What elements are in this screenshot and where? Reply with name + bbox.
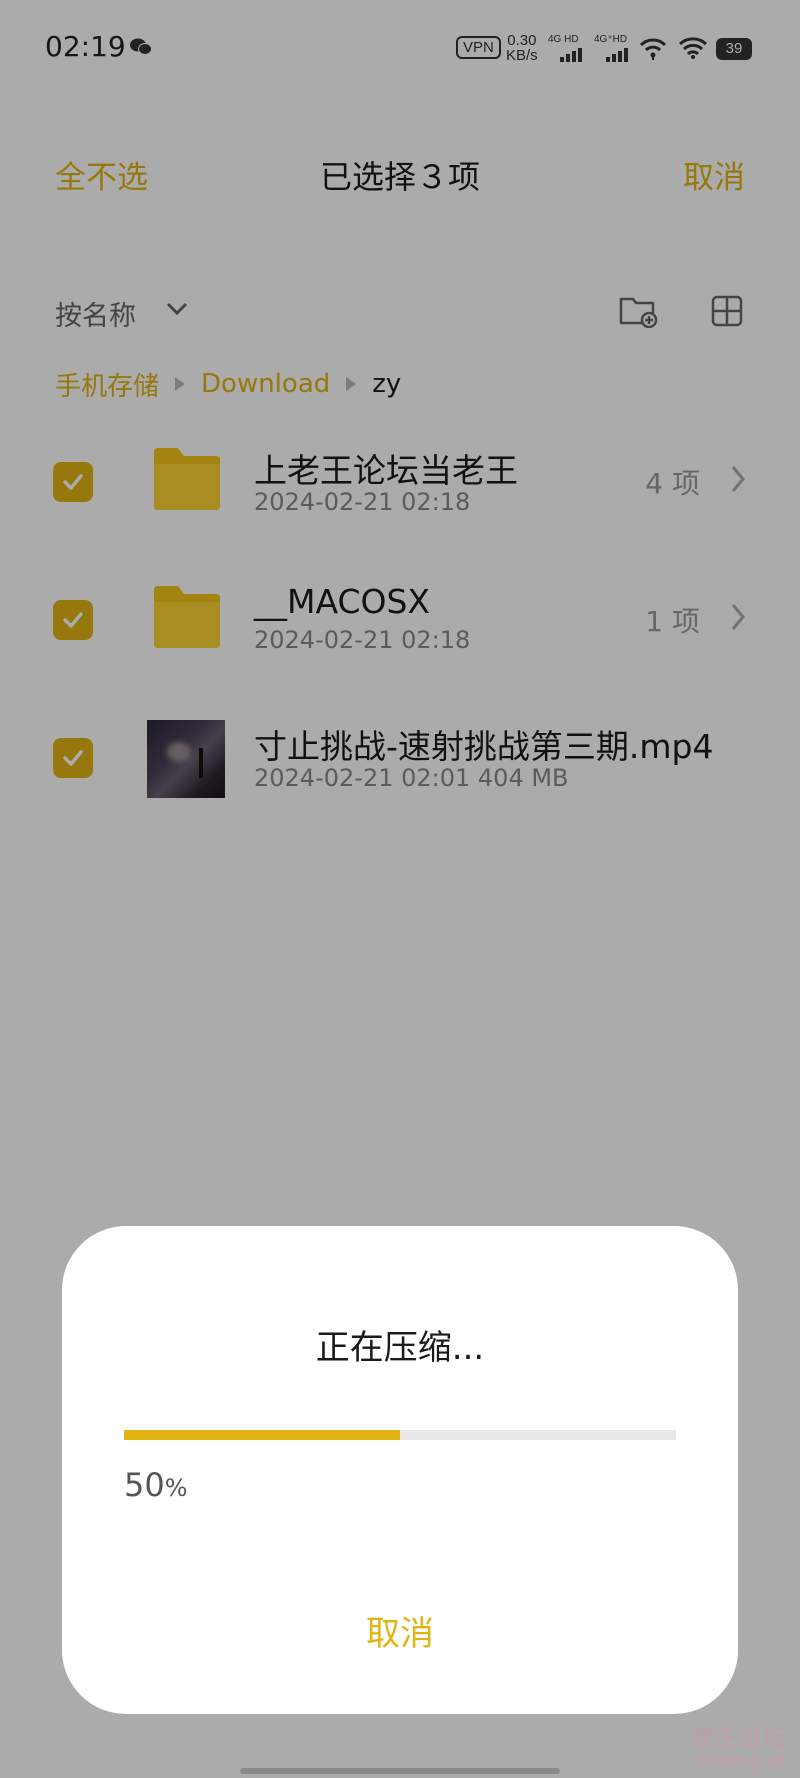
dialog-title: 正在压缩...	[315, 1328, 485, 1368]
watermark-url: laowang.vip	[696, 1750, 786, 1769]
file-manager-screen: 02:19 VPN 0.30 KB/s 4G HD 4G⁺HD 39 全不选 已…	[0, 0, 800, 1778]
home-indicator[interactable]	[240, 1768, 560, 1774]
compress-progress-dialog: 正在压缩... 50% 取消	[62, 1226, 738, 1714]
progress-fill	[124, 1430, 400, 1440]
progress-percent: 50%	[124, 1466, 188, 1504]
progress-bar	[124, 1430, 676, 1440]
cancel-compress-button[interactable]: 取消	[62, 1606, 738, 1655]
watermark-text: 老王论坛	[690, 1724, 786, 1752]
